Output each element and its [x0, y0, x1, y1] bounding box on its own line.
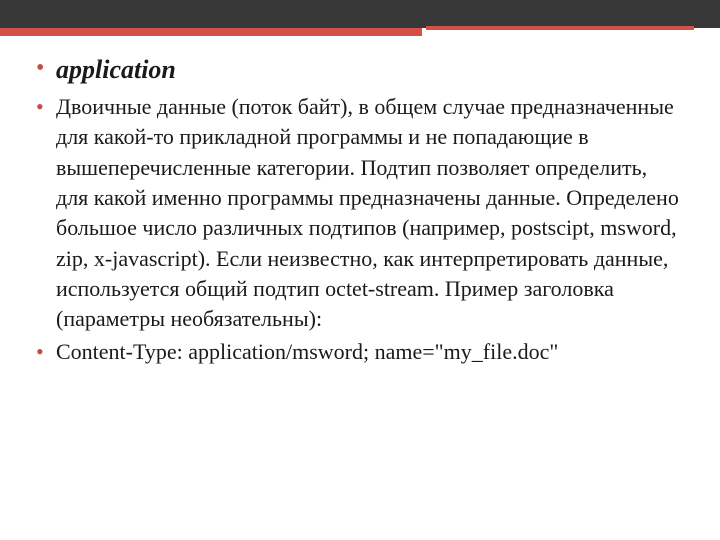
list-item: Content-Type: application/msword; name="…	[36, 337, 684, 367]
accent-bar-thin	[426, 26, 694, 30]
bullet-list: application Двоичные данные (поток байт)…	[36, 52, 684, 367]
heading-text: application	[56, 55, 176, 84]
slide-content: application Двоичные данные (поток байт)…	[0, 28, 720, 367]
example-text: Content-Type: application/msword; name="…	[56, 339, 558, 364]
slide-header-bar	[0, 0, 720, 28]
list-heading: application	[36, 52, 684, 88]
list-item: Двоичные данные (поток байт), в общем сл…	[36, 92, 684, 335]
accent-bar-thick	[0, 28, 422, 36]
paragraph-text: Двоичные данные (поток байт), в общем сл…	[56, 94, 679, 332]
